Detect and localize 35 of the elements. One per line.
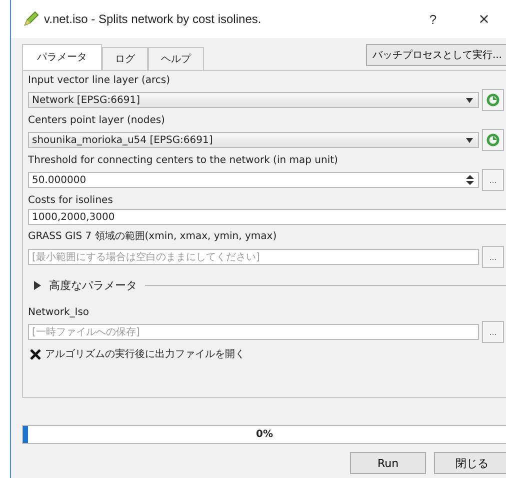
tab[interactable]: ヘルプ: [148, 47, 204, 70]
section-title[interactable]: 高度なパラメータ: [49, 278, 137, 293]
window-title: v.net.iso - Splits network by cost isolines.: [44, 12, 262, 26]
help-button[interactable]: ?: [425, 12, 441, 26]
checkbox-label: アルゴリズムの実行後に出力ファイルを開く: [45, 348, 245, 361]
field-label: Input vector line layer (arcs): [28, 75, 171, 86]
expand-arrow-icon[interactable]: [33, 281, 41, 290]
tab[interactable]: パラメータ: [22, 44, 102, 70]
checkbox[interactable]: [30, 348, 41, 360]
dialog-button[interactable]: Run: [350, 452, 426, 474]
batch-process-button[interactable]: バッチプロセスとして実行...: [366, 44, 506, 66]
browse-button[interactable]: ...: [482, 321, 504, 343]
dialog-button[interactable]: 閉じる: [434, 452, 506, 474]
field-label: Network_Iso: [28, 307, 90, 318]
dropdown-arrow-icon: [466, 138, 473, 142]
spinner-arrows-icon[interactable]: [466, 174, 474, 186]
pencil-icon: [23, 11, 39, 27]
close-button[interactable]: ×: [476, 8, 492, 30]
progress-text: 0%: [256, 429, 273, 440]
text-field[interactable]: [一時ファイルへの保存]: [28, 324, 479, 340]
text-field[interactable]: [最小範囲にする場合は空白のままにしてください]: [28, 249, 479, 265]
text-field[interactable]: 1000,2000,3000: [28, 209, 506, 225]
layer-dropdown[interactable]: Network [EPSG:6691]: [28, 92, 479, 108]
field-label: Centers point layer (nodes): [28, 115, 166, 126]
layer-dropdown[interactable]: shounika_morioka_u54 [EPSG:6691]: [28, 132, 479, 148]
tab[interactable]: ログ: [102, 47, 148, 70]
field-label: GRASS GIS 7 領域の範囲(xmin, xmax, ymin, ymax): [28, 230, 278, 243]
field-label: Costs for isolines: [28, 195, 114, 206]
iterate-button[interactable]: [482, 89, 504, 111]
browse-button[interactable]: ...: [482, 169, 504, 191]
number-field[interactable]: 50.000000: [28, 172, 479, 188]
browse-button[interactable]: ...: [482, 246, 504, 268]
field-label: Threshold for connecting centers to the network (in map unit): [28, 155, 339, 166]
dropdown-arrow-icon: [466, 98, 473, 102]
iterate-button[interactable]: [482, 129, 504, 151]
